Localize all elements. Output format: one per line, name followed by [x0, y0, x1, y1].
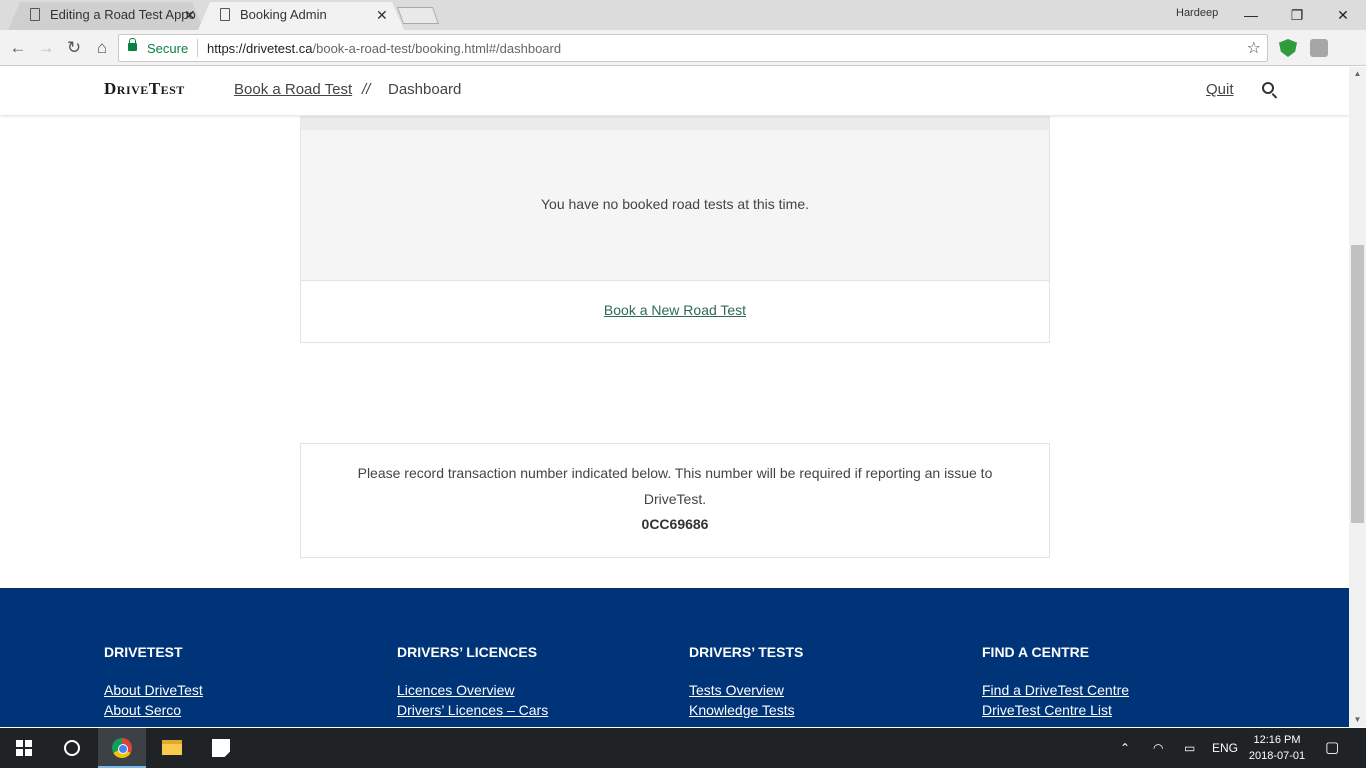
- footer-link[interactable]: Knowledge Tests: [689, 700, 803, 720]
- reload-icon[interactable]: ↻: [61, 35, 87, 61]
- breadcrumb-current: Dashboard: [388, 81, 462, 98]
- footer-column-licences: DRIVERS’ LICENCES Licences Overview Driv…: [397, 644, 548, 720]
- breadcrumb-book-road-test-link[interactable]: Book a Road Test: [234, 81, 352, 98]
- tray-chevron-icon[interactable]: ⌃: [1120, 728, 1130, 768]
- footer-heading: DRIVETEST: [104, 644, 183, 660]
- breadcrumb-separator: //: [362, 81, 371, 98]
- footer-link[interactable]: Tests Overview: [689, 680, 803, 700]
- start-button[interactable]: [0, 728, 48, 768]
- tab-close-icon[interactable]: ✕: [184, 0, 196, 30]
- footer-heading: DRIVERS’ TESTS: [689, 644, 804, 660]
- divider: [197, 39, 198, 57]
- footer-column-centre: FIND A CENTRE Find a DriveTest Centre Dr…: [982, 644, 1129, 720]
- page-icon: [220, 8, 230, 21]
- site-header: DriveTest Book a Road Test // Dashboard …: [0, 67, 1349, 115]
- battery-icon[interactable]: ▭: [1184, 728, 1195, 768]
- sticky-notes-icon: [212, 739, 230, 757]
- taskbar-file-explorer[interactable]: [148, 728, 196, 768]
- forward-arrow-icon[interactable]: →: [33, 35, 59, 61]
- page-icon: [30, 8, 40, 21]
- footer-link[interactable]: Find a DriveTest Centre: [982, 680, 1129, 700]
- book-new-panel: Book a New Road Test: [300, 280, 1050, 343]
- drivetest-logo[interactable]: DriveTest: [104, 79, 185, 99]
- browser-tab-booking-admin[interactable]: Booking Admin ✕: [198, 0, 404, 30]
- footer-link[interactable]: Licences Overview: [397, 680, 548, 700]
- quit-link[interactable]: Quit: [1206, 81, 1234, 98]
- scroll-thumb[interactable]: [1351, 245, 1364, 523]
- footer-heading: DRIVERS’ LICENCES: [397, 644, 538, 660]
- minimize-button[interactable]: —: [1228, 0, 1274, 30]
- footer-column-tests: DRIVERS’ TESTS Tests Overview Knowledge …: [689, 644, 803, 720]
- site-footer: DRIVETEST About DriveTest About Serco DR…: [0, 588, 1349, 727]
- bookmark-star-icon[interactable]: ☆: [1247, 38, 1261, 58]
- footer-heading: FIND A CENTRE: [982, 644, 1090, 660]
- empty-state-message: You have no booked road tests at this ti…: [541, 196, 809, 212]
- scroll-up-icon[interactable]: ▲: [1349, 67, 1366, 81]
- lock-icon: [128, 38, 137, 51]
- extension-icon[interactable]: [1310, 39, 1328, 57]
- transaction-instructions: Please record transaction number indicat…: [357, 465, 993, 507]
- browser-tab-editing[interactable]: Editing a Road Test Appo ✕: [8, 0, 204, 30]
- transaction-panel: Please record transaction number indicat…: [300, 443, 1050, 558]
- tab-title: Editing a Road Test Appo: [50, 7, 196, 22]
- url-host: https://drivetest.ca: [207, 41, 313, 56]
- new-tab-button[interactable]: [396, 7, 440, 24]
- back-arrow-icon[interactable]: ←: [5, 35, 31, 61]
- secure-label: Secure: [147, 41, 189, 56]
- footer-link[interactable]: DriveTest Centre List: [982, 700, 1129, 720]
- language-indicator[interactable]: ENG: [1212, 728, 1238, 768]
- book-new-road-test-link[interactable]: Book a New Road Test: [301, 302, 1049, 318]
- cortana-circle-icon: [64, 740, 80, 756]
- home-icon[interactable]: ⌂: [89, 35, 115, 61]
- cortana-button[interactable]: [48, 728, 96, 768]
- url-text[interactable]: https://drivetest.ca/book-a-road-test/bo…: [207, 41, 561, 56]
- transaction-number: 0CC69686: [641, 516, 709, 532]
- tab-title: Booking Admin: [240, 7, 327, 22]
- system-clock[interactable]: 12:16 PM 2018-07-01: [1245, 732, 1309, 764]
- notifications-icon[interactable]: ▢: [1325, 728, 1339, 768]
- folder-icon: [162, 740, 182, 755]
- taskbar-chrome[interactable]: [98, 728, 146, 768]
- url-path: /book-a-road-test/booking.html#/dashboar…: [312, 41, 562, 56]
- wifi-icon[interactable]: ◠: [1153, 728, 1163, 768]
- browser-toolbar: ← → ↻ ⌂ Secure https://drivetest.ca/book…: [0, 30, 1366, 88]
- restore-button[interactable]: ❐: [1274, 0, 1320, 30]
- chrome-icon: [112, 738, 132, 758]
- profile-name[interactable]: Hardeep: [1176, 7, 1218, 19]
- tab-close-icon[interactable]: ✕: [376, 0, 388, 30]
- window-close-button[interactable]: ✕: [1320, 0, 1366, 30]
- clock-date: 2018-07-01: [1248, 750, 1306, 762]
- taskbar-sticky-notes[interactable]: [197, 728, 245, 768]
- browser-tab-strip: Editing a Road Test Appo ✕ Booking Admin…: [0, 0, 1366, 30]
- search-icon[interactable]: [1262, 82, 1274, 94]
- footer-column-drivetest: DRIVETEST About DriveTest About Serco: [104, 644, 203, 720]
- page-scrollbar[interactable]: ▲ ▼: [1349, 67, 1366, 727]
- footer-link[interactable]: About Serco: [104, 700, 203, 720]
- scroll-down-icon[interactable]: ▼: [1349, 713, 1366, 727]
- footer-link[interactable]: Drivers’ Licences – Cars: [397, 700, 548, 720]
- windows-taskbar: ⌃ ◠ ▭ ENG 12:16 PM 2018-07-01 ▢: [0, 728, 1366, 768]
- clock-time: 12:16 PM: [1253, 734, 1301, 746]
- page-viewport: DriveTest Book a Road Test // Dashboard …: [0, 67, 1349, 727]
- windows-logo-icon: [16, 740, 32, 756]
- footer-link[interactable]: About DriveTest: [104, 680, 203, 700]
- address-bar[interactable]: Secure https://drivetest.ca/book-a-road-…: [118, 34, 1268, 62]
